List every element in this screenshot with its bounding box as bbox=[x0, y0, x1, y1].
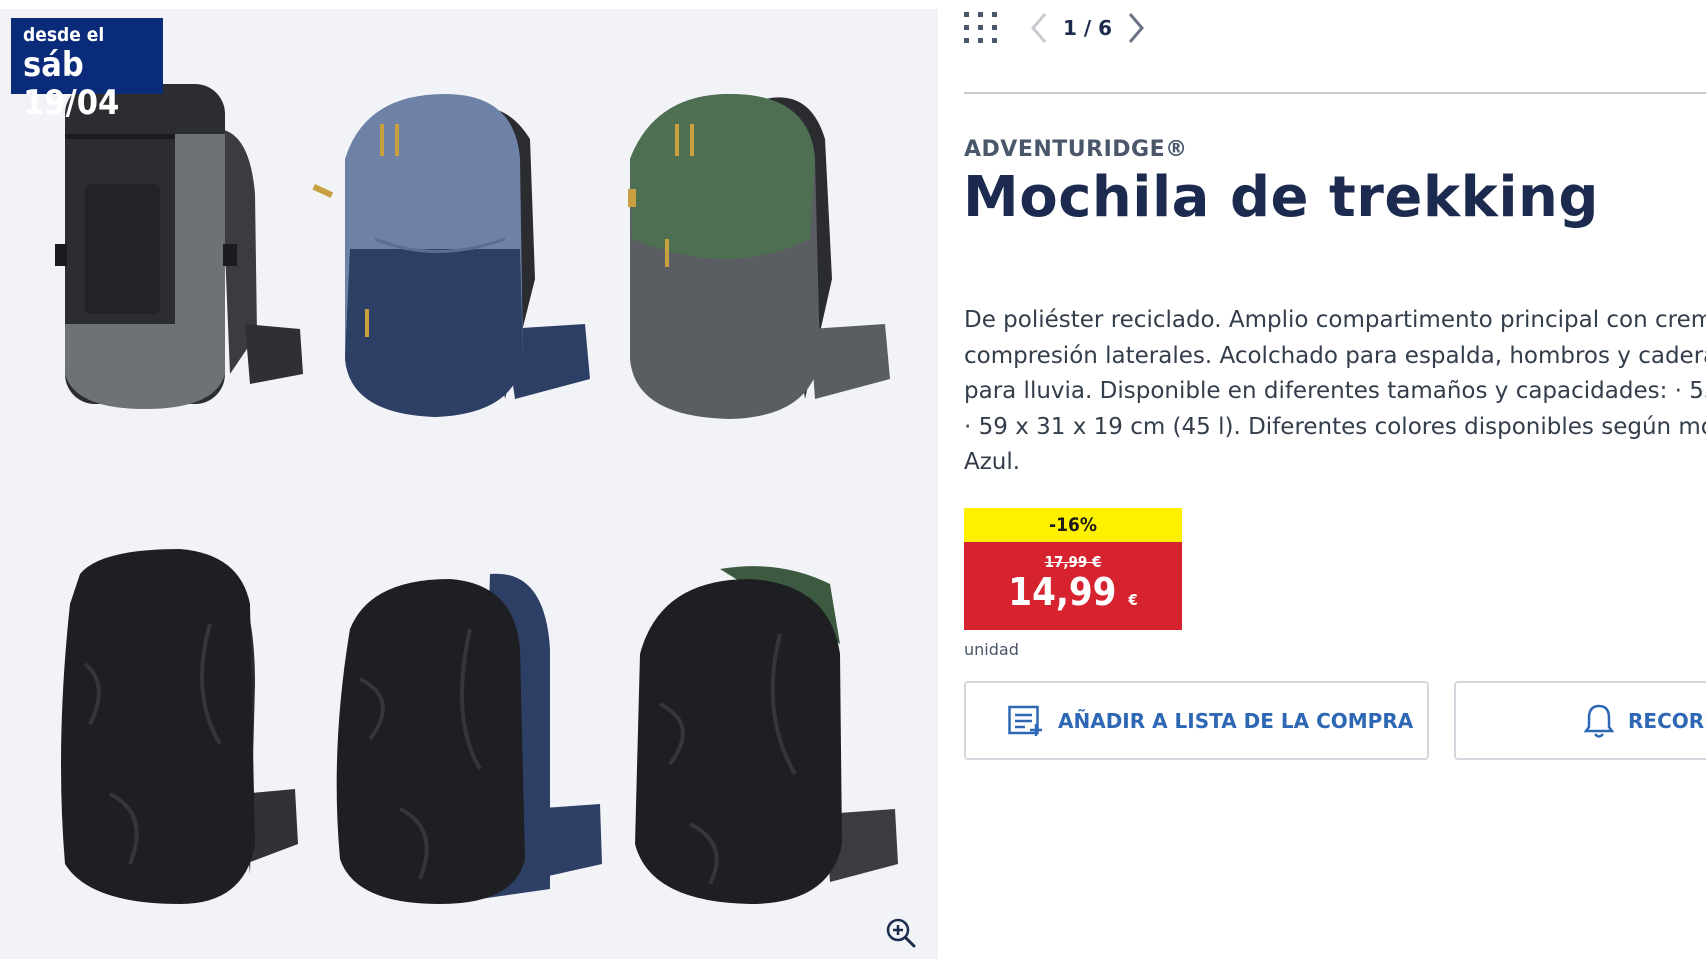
zoom-in-icon[interactable] bbox=[885, 917, 917, 949]
product-description: De poliéster reciclado. Amplio compartim… bbox=[964, 303, 1706, 481]
product-brand: ADVENTURIDGE® bbox=[964, 137, 1188, 162]
date-badge-prefix: desde el bbox=[23, 24, 105, 46]
add-to-shopping-list-button[interactable]: AÑADIR A LISTA DE LA COMPRA bbox=[964, 681, 1429, 760]
image-pager: 1 / 6 bbox=[963, 6, 1148, 50]
backpack-blue-image[interactable] bbox=[305, 79, 595, 424]
currency-symbol: € bbox=[1128, 591, 1138, 609]
current-price-value: 14,99 bbox=[1008, 570, 1117, 614]
discount-badge: -16% bbox=[964, 508, 1182, 542]
description-line: para lluvia. Disponible en diferentes ta… bbox=[964, 378, 1706, 404]
reminder-label: RECORI bbox=[1628, 708, 1706, 733]
backpack-black-raincover-image[interactable] bbox=[50, 544, 300, 914]
backpack-green-raincover-image[interactable] bbox=[630, 564, 900, 909]
current-price: 14,99 € bbox=[964, 570, 1182, 622]
description-line: Azul. bbox=[964, 449, 1021, 475]
old-price: 17,99 € bbox=[1044, 553, 1102, 571]
bell-icon bbox=[1584, 704, 1614, 738]
description-line: compresión laterales. Acolchado para esp… bbox=[964, 342, 1706, 369]
add-to-shopping-list-label: AÑADIR A LISTA DE LA COMPRA bbox=[1058, 708, 1414, 733]
backpack-blue-raincover-image[interactable] bbox=[330, 569, 605, 909]
date-badge: desde el sáb 19/04 bbox=[11, 18, 163, 122]
date-badge-date: sáb 19/04 bbox=[23, 45, 120, 123]
shopping-list-add-icon bbox=[1008, 705, 1042, 736]
backpack-green-image[interactable] bbox=[610, 79, 895, 424]
divider bbox=[964, 92, 1706, 94]
product-title: Mochila de trekking bbox=[963, 165, 1599, 230]
backpack-black-image[interactable] bbox=[45, 74, 305, 424]
description-line: De poliéster reciclado. Amplio compartim… bbox=[964, 307, 1706, 333]
description-line: · 59 x 31 x 19 cm (45 l). Diferentes col… bbox=[964, 413, 1706, 440]
price-unit: unidad bbox=[964, 640, 1019, 659]
chevron-left-icon[interactable] bbox=[1027, 10, 1051, 46]
reminder-button[interactable]: RECORI bbox=[1454, 681, 1706, 760]
chevron-right-icon[interactable] bbox=[1124, 10, 1148, 46]
grid-icon[interactable] bbox=[963, 10, 999, 46]
price-box: 17,99 € 14,99 € bbox=[964, 542, 1182, 630]
page-counter: 1 / 6 bbox=[1063, 16, 1113, 40]
product-gallery[interactable]: desde el sáb 19/04 bbox=[0, 9, 938, 959]
